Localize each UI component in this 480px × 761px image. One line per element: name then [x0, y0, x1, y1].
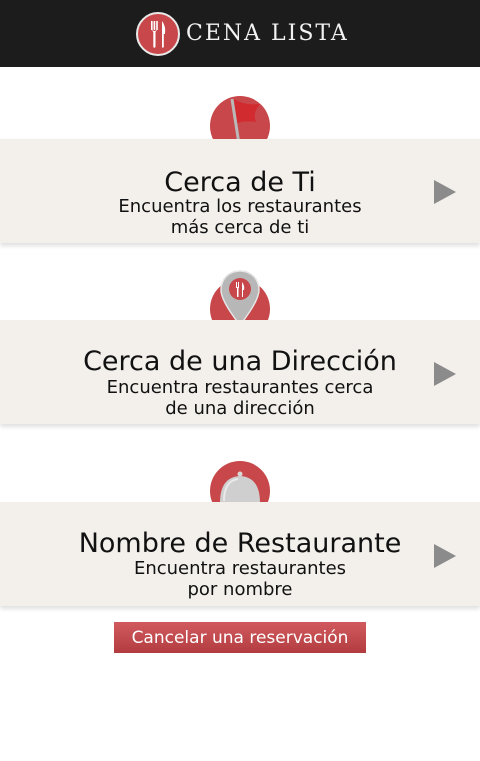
option-title: Cerca de una Dirección: [83, 346, 397, 377]
option-subtitle-line1: Encuentra restaurantes cerca: [106, 377, 374, 398]
brand-name: CENA LISTA: [186, 21, 349, 46]
cancel-reservation-button[interactable]: Cancelar una reservación: [114, 622, 366, 653]
top-bar: CENA LISTA: [0, 0, 480, 67]
chevron-right-icon: [434, 544, 456, 568]
chevron-right-icon: [434, 180, 456, 204]
fork-knife-icon: [136, 11, 180, 56]
option-subtitle-line2: de una dirección: [165, 398, 315, 419]
option-title: Cerca de Ti: [164, 167, 316, 198]
brand-logo: CENA LISTA: [136, 11, 349, 56]
option-title: Nombre de Restaurante: [78, 528, 402, 559]
option-subtitle-line1: Encuentra restaurantes: [133, 558, 347, 579]
chevron-right-icon: [434, 362, 456, 386]
option-cerca-de-una-direccion[interactable]: Cerca de una Dirección Encuentra restaur…: [0, 320, 480, 424]
option-cerca-de-ti[interactable]: Cerca de Ti Encuentra los restaurantes m…: [0, 139, 480, 243]
option-subtitle-line1: Encuentra los restaurantes: [118, 196, 362, 217]
option-nombre-de-restaurante[interactable]: Nombre de Restaurante Encuentra restaura…: [0, 502, 480, 606]
option-subtitle-line2: más cerca de ti: [170, 217, 310, 238]
option-subtitle-line2: por nombre: [187, 579, 293, 600]
